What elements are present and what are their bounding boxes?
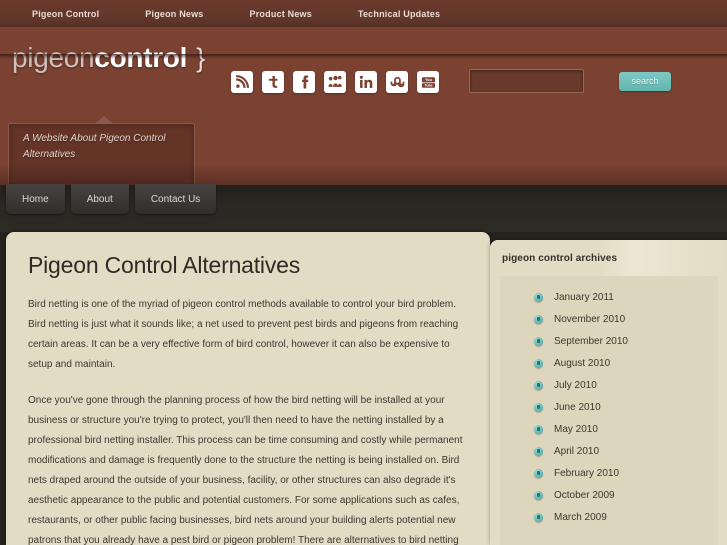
list-item[interactable]: January 2011 — [500, 286, 718, 308]
archive-link[interactable]: July 2010 — [554, 380, 597, 391]
topnav-item-pigeon-control[interactable]: Pigeon Control — [20, 9, 111, 19]
article-paragraph-1: Bird netting is one of the myriad of pig… — [28, 299, 459, 370]
archive-link[interactable]: January 2011 — [554, 292, 614, 303]
main-content-panel: Pigeon Control Alternatives Bird netting… — [6, 232, 490, 545]
topnav-item-technical-updates[interactable]: Technical Updates — [346, 9, 452, 19]
archive-link[interactable]: March 2009 — [554, 512, 607, 523]
list-item[interactable]: June 2010 — [500, 396, 718, 418]
social-links: You Tube — [231, 71, 439, 93]
bullet-icon — [534, 358, 543, 368]
list-item[interactable]: September 2010 — [500, 330, 718, 352]
archive-link[interactable]: November 2010 — [554, 314, 625, 325]
nav-tab-about[interactable]: About — [70, 184, 129, 214]
svg-text:Tube: Tube — [424, 83, 432, 87]
site-header: pigeoncontrol} YouTube — [0, 27, 727, 196]
list-item[interactable]: August 2010 — [500, 352, 718, 374]
search-button[interactable]: search — [619, 71, 671, 91]
article-paragraph-2: Once you've gone through the planning pr… — [28, 395, 463, 545]
top-navigation-bar: Pigeon Control Pigeon News Product News … — [0, 0, 727, 27]
bullet-icon — [534, 446, 543, 456]
list-item[interactable]: March 2009 — [500, 506, 718, 528]
stumbleupon-icon[interactable] — [386, 71, 408, 93]
top-nav-links: Pigeon Control Pigeon News Product News … — [0, 9, 474, 19]
bullet-icon — [534, 468, 543, 478]
search-input[interactable] — [469, 69, 584, 93]
bullet-icon — [534, 336, 543, 346]
list-item[interactable]: May 2010 — [500, 418, 718, 440]
nav-tab-contact-us[interactable]: Contact Us — [134, 184, 217, 214]
rss-icon[interactable] — [231, 71, 253, 93]
archive-link[interactable]: June 2010 — [554, 402, 601, 413]
bullet-icon — [534, 292, 543, 302]
archives-list: January 2011 November 2010 September 201… — [500, 286, 718, 528]
page-title: Pigeon Control Alternatives — [28, 252, 301, 278]
archive-link[interactable]: February 2010 — [554, 468, 619, 479]
svg-text:You: You — [425, 78, 433, 82]
archive-link[interactable]: August 2010 — [554, 358, 610, 369]
nav-tab-home[interactable]: Home — [6, 184, 65, 214]
list-item[interactable]: July 2010 — [500, 374, 718, 396]
myspace-icon[interactable] — [324, 71, 346, 93]
main-navigation: Home About Contact Us — [6, 184, 222, 214]
linkedin-icon[interactable] — [355, 71, 377, 93]
archive-link[interactable]: September 2010 — [554, 336, 628, 347]
tagline-pointer — [95, 116, 113, 124]
bullet-icon — [534, 402, 543, 412]
bullet-icon — [534, 424, 543, 434]
site-tagline-text: A Website About Pigeon Control Alternati… — [23, 133, 166, 160]
bullet-icon — [534, 512, 543, 522]
bullet-icon — [534, 380, 543, 390]
list-item[interactable]: April 2010 — [500, 440, 718, 462]
page-root: Pigeon Control Pigeon News Product News … — [0, 0, 727, 545]
list-item[interactable]: November 2010 — [500, 308, 718, 330]
search-form: search — [469, 69, 671, 93]
topnav-item-product-news[interactable]: Product News — [238, 9, 324, 19]
list-item[interactable]: February 2010 — [500, 462, 718, 484]
header-top-shadow — [0, 54, 727, 59]
facebook-icon[interactable] — [293, 71, 315, 93]
twitter-icon[interactable] — [262, 71, 284, 93]
bullet-icon — [534, 314, 543, 324]
sidebar: pigeon control archives January 2011 Nov… — [490, 240, 727, 545]
archive-link[interactable]: May 2010 — [554, 424, 598, 435]
archive-link[interactable]: April 2010 — [554, 446, 599, 457]
topnav-item-pigeon-news[interactable]: Pigeon News — [133, 9, 215, 19]
sidebar-header: pigeon control archives — [490, 240, 727, 276]
list-item[interactable]: October 2009 — [500, 484, 718, 506]
archive-link[interactable]: October 2009 — [554, 490, 615, 501]
archives-panel: January 2011 November 2010 September 201… — [500, 276, 718, 545]
bullet-icon — [534, 490, 543, 500]
sidebar-heading: pigeon control archives — [502, 252, 618, 264]
youtube-icon[interactable]: You Tube — [417, 71, 439, 93]
